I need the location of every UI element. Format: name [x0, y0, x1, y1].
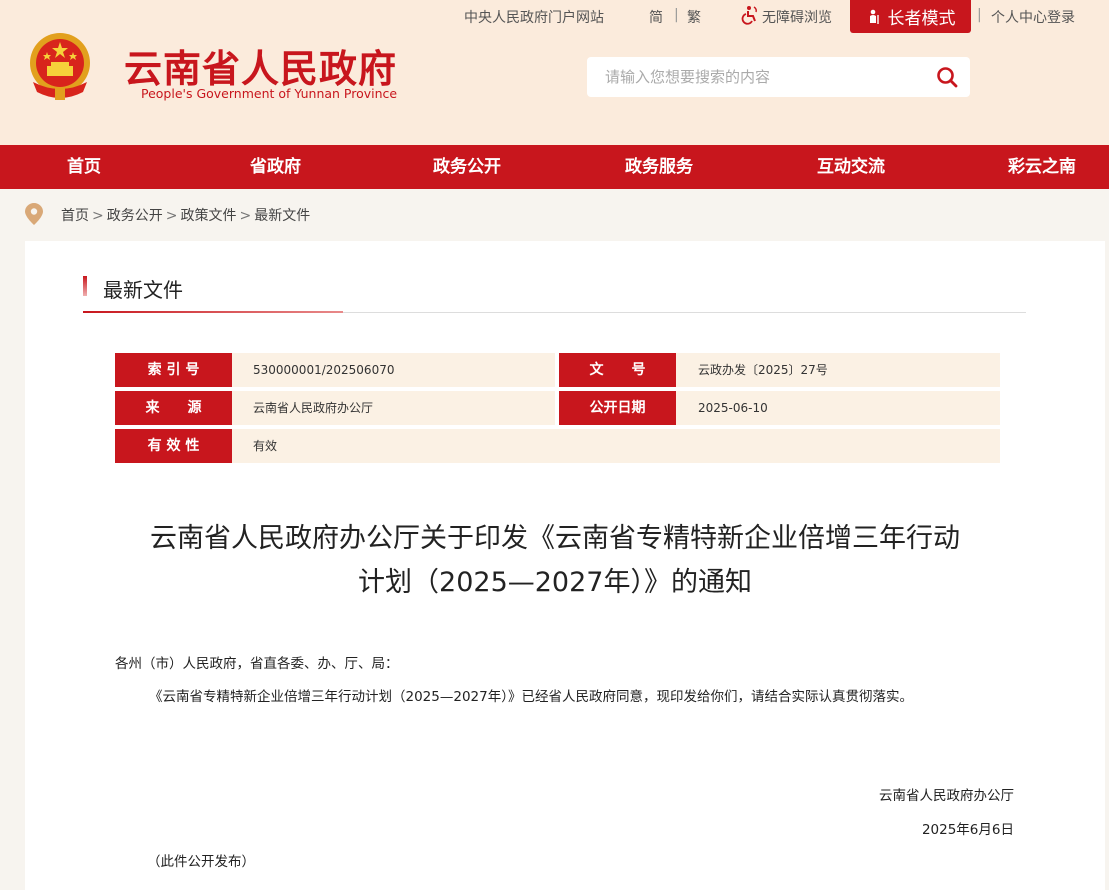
- meta-date-label: 公开日期: [559, 391, 676, 425]
- breadcrumb-latest-docs[interactable]: 最新文件: [254, 208, 310, 224]
- meta-docno-value: 云政办发〔2025〕27号: [676, 353, 1000, 387]
- document-salutation: 各州（市）人民政府，省直各委、办、厅、局：: [115, 656, 399, 672]
- lang-separator: |: [674, 7, 679, 23]
- document-title-line2: 计划（2025—2027年）》的通知: [358, 567, 752, 598]
- nav-item-gov-services[interactable]: 政务服务: [625, 145, 693, 189]
- elder-mode-label: 长者模式: [887, 9, 956, 29]
- breadcrumb-separator: >: [165, 208, 178, 224]
- document-date: 2025年6月6日: [921, 822, 1014, 838]
- nav-item-gov-affairs[interactable]: 政务公开: [433, 145, 501, 189]
- meta-index-value: 530000001/202506070: [232, 353, 555, 387]
- document-note: （此件公开发布）: [147, 854, 255, 870]
- section-divider-accent: [83, 311, 343, 313]
- search-box: [587, 57, 970, 97]
- location-pin-icon: [25, 203, 43, 225]
- user-center-login-link[interactable]: 个人中心登录: [991, 7, 1075, 27]
- meta-date-value: 2025-06-10: [676, 391, 1000, 425]
- site-title-english: People's Government of Yunnan Province: [141, 86, 398, 101]
- traditional-chinese-link[interactable]: 繁: [687, 7, 701, 27]
- breadcrumb-home[interactable]: 首页: [61, 208, 89, 224]
- site-title[interactable]: 云南省人民政府: [124, 38, 397, 93]
- elder-person-icon: [869, 9, 879, 24]
- meta-docno-label: 文 号: [559, 353, 676, 387]
- document-paragraph: 《云南省专精特新企业倍增三年行动计划（2025—2027年）》已经省人民政府同意…: [149, 689, 913, 705]
- nav-item-colorful-yunnan[interactable]: 彩云之南: [1008, 145, 1076, 189]
- search-input[interactable]: [587, 57, 917, 97]
- simplified-chinese-link[interactable]: 简: [649, 7, 663, 27]
- nav-item-interaction[interactable]: 互动交流: [817, 145, 885, 189]
- site-header: 中央人民政府门户网站 简 | 繁 无障碍浏览 | 个人中心登录 长者模式 云南省…: [0, 0, 1109, 145]
- meta-validity-value: 有效: [232, 429, 1000, 463]
- document-signature: 云南省人民政府办公厅: [879, 788, 1014, 804]
- breadcrumb: 首页 > 政务公开 > 政策文件 > 最新文件: [0, 189, 1109, 239]
- meta-validity-label: 有 效 性: [115, 429, 232, 463]
- central-gov-portal-link[interactable]: 中央人民政府门户网站: [464, 7, 604, 27]
- nav-item-provincial-gov[interactable]: 省政府: [250, 145, 301, 189]
- content-card: 最新文件 索 引 号 530000001/202506070 文 号 云政办发〔…: [25, 241, 1105, 890]
- document-title: 云南省人民政府办公厅关于印发《云南省专精特新企业倍增三年行动 计划（2025—2…: [115, 517, 995, 605]
- breadcrumb-separator: >: [92, 208, 104, 224]
- meta-source-label: 来 源: [115, 391, 232, 425]
- elder-mode-button[interactable]: 长者模式: [850, 0, 971, 33]
- search-icon[interactable]: [936, 66, 958, 88]
- national-emblem[interactable]: [25, 30, 95, 104]
- main-nav: 首页 省政府 政务公开 政务服务 互动交流 彩云之南: [0, 145, 1109, 189]
- breadcrumb-separator: >: [239, 208, 252, 224]
- wheelchair-icon[interactable]: [740, 5, 760, 25]
- nav-item-home[interactable]: 首页: [67, 145, 101, 189]
- section-title: 最新文件: [83, 274, 183, 303]
- meta-source-value: 云南省人民政府办公厅: [232, 391, 555, 425]
- document-title-line1: 云南省人民政府办公厅关于印发《云南省专精特新企业倍增三年行动: [150, 523, 960, 554]
- meta-index-label: 索 引 号: [115, 353, 232, 387]
- accessible-browse-link[interactable]: 无障碍浏览: [762, 7, 832, 27]
- breadcrumb-policy-docs[interactable]: 政策文件: [180, 208, 236, 224]
- user-separator: |: [977, 7, 982, 23]
- breadcrumb-gov-affairs[interactable]: 政务公开: [107, 208, 163, 224]
